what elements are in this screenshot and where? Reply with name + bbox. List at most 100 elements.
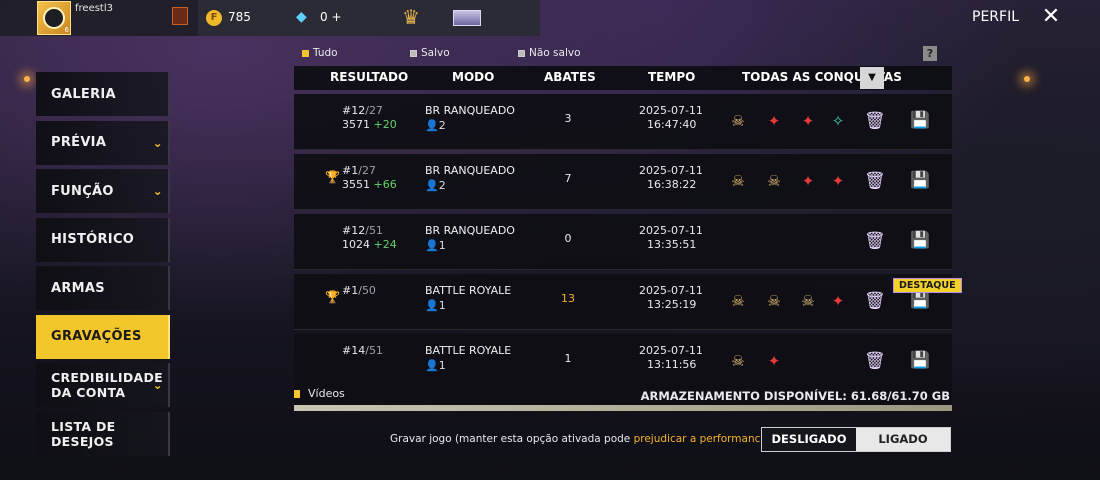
achievement-badge-icon[interactable]: ✦ <box>795 108 821 134</box>
match-date: 2025-07-11 <box>639 344 703 357</box>
rank-total: 51 <box>368 344 383 357</box>
sidebar-item-armas[interactable]: ARMAS <box>36 266 170 310</box>
achievement-badge-icon[interactable]: ☠ <box>725 108 751 134</box>
chevron-down-icon: ⌄ <box>152 378 163 392</box>
achievement-badge-icon[interactable]: ✧ <box>825 108 851 134</box>
person-icon: 👤 <box>425 179 439 192</box>
players-count: 👤1 <box>425 239 446 252</box>
sidebar-item-historico[interactable]: HISTÓRICO <box>36 217 170 262</box>
achievement-badge-icon[interactable]: ✦ <box>761 108 787 134</box>
players-count: 👤2 <box>425 179 446 192</box>
points-value: 1024 <box>342 238 370 251</box>
trophy-icon: 🏆 <box>325 170 340 184</box>
points-gain: +20 <box>373 118 397 131</box>
save-icon[interactable]: 💾 <box>910 291 930 309</box>
achievement-badge-icon[interactable]: ☠ <box>725 168 751 194</box>
save-icon[interactable]: 💾 <box>910 351 930 369</box>
achievement-badge-icon[interactable]: ☠ <box>725 348 751 374</box>
label-line-2: DA CONTA <box>51 385 126 400</box>
rank-value: #12 <box>342 224 366 237</box>
mode-label: BATTLE ROYALE <box>425 284 512 297</box>
avatar[interactable]: 6 <box>37 1 71 35</box>
chevron-down-icon: ⌄ <box>152 184 163 198</box>
sidebar-item-label: GRAVAÇÕES <box>51 329 142 344</box>
sidebar-item-label: FUNÇÃO <box>51 183 114 199</box>
players-count: 👤2 <box>425 119 446 132</box>
sidebar-item-label: PRÉVIA <box>51 135 107 150</box>
perfil-title: PERFIL <box>972 9 1019 25</box>
achievement-badge-icon[interactable]: ✦ <box>795 168 821 194</box>
diamond-count[interactable]: 0 + <box>320 10 342 24</box>
close-button[interactable]: ✕ <box>1038 4 1064 30</box>
achievement-badge-icon[interactable]: ✦ <box>825 168 851 194</box>
filter-nao-salvo[interactable]: Não salvo <box>518 47 581 59</box>
sidebar-item-gravacoes[interactable]: GRAVAÇÕES <box>36 314 170 359</box>
close-icon: ✕ <box>1041 4 1061 29</box>
help-icon[interactable]: ? <box>923 46 937 61</box>
table-row[interactable]: 🏆 #1/27 3551 +66 BR RANQUEADO 👤2 7 2025-07-11 1… <box>294 154 952 210</box>
table-row[interactable]: #14/51 BATTLE ROYALE 👤1 1 2025-07-11 13:11:56… <box>294 334 952 390</box>
achievement-badge-icon[interactable]: ✦ <box>825 288 851 314</box>
table-row[interactable]: #12/27 3571 +20 BR RANQUEADO 👤2 3 2025-07-11 1… <box>294 94 952 150</box>
sidebar-item-credibilidade[interactable]: CREDIBILIDADE DA CONTA ⌄ <box>36 363 170 407</box>
points-gain: +66 <box>373 178 397 191</box>
top-bar: 6 freestl3 F 785 ◆ 0 + ♛ <box>0 0 540 36</box>
result-points: 1024 +24 <box>342 238 397 251</box>
players-count: 👤1 <box>425 359 446 372</box>
filter-salvo[interactable]: Salvo <box>410 47 450 59</box>
sidebar-item-funcao[interactable]: FUNÇÃO ⌄ <box>36 169 170 213</box>
match-date: 2025-07-11 <box>639 284 703 297</box>
table-row[interactable]: 🏆 #1/50 BATTLE ROYALE 👤1 13 2025-07-11 13:25:1… <box>294 274 962 330</box>
achievement-badge-icon[interactable]: ☠ <box>725 288 751 314</box>
players-value: 1 <box>438 299 446 312</box>
elite-pass-card-icon[interactable] <box>453 10 481 26</box>
person-icon: 👤 <box>425 119 439 132</box>
players-value: 1 <box>438 239 446 252</box>
save-icon[interactable]: 💾 <box>910 171 930 189</box>
table-row[interactable]: #12/51 1024 +24 BR RANQUEADO 👤1 0 2025-07-11 1… <box>294 214 952 270</box>
result-rank: #14/51 <box>342 344 383 357</box>
trash-icon[interactable]: 🗑 <box>864 171 886 191</box>
sidebar-item-label: ARMAS <box>51 280 105 296</box>
trophy-icon: 🏆 <box>325 290 340 304</box>
rank-badge-icon[interactable] <box>172 7 188 25</box>
sidebar-item-label: HISTÓRICO <box>51 232 135 247</box>
save-icon[interactable]: 💾 <box>910 111 930 129</box>
filter-tudo[interactable]: Tudo <box>302 47 338 59</box>
result-points: 3551 +66 <box>342 178 397 191</box>
match-time: 16:47:40 <box>647 118 697 131</box>
achievement-badge-icon[interactable]: ✦ <box>761 348 787 374</box>
achievement-badge-icon[interactable]: ☠ <box>795 288 821 314</box>
trash-icon[interactable]: 🗑 <box>864 111 886 131</box>
trash-icon[interactable]: 🗑 <box>864 291 886 311</box>
toggle-off-button[interactable]: DESLIGADO <box>762 428 856 451</box>
sidebar: GALERIA PRÉVIA ⌄ FUNÇÃO ⌄ HISTÓRICO ARMAS … <box>36 72 170 460</box>
match-time: 13:25:19 <box>647 298 697 311</box>
rank-total: 27 <box>361 164 376 177</box>
sidebar-item-label: GALERIA <box>51 86 116 102</box>
trash-icon[interactable]: 🗑 <box>864 351 886 371</box>
achievement-badge-icon[interactable]: ☠ <box>761 288 787 314</box>
result-points: 3571 +20 <box>342 118 397 131</box>
rank-total: 51 <box>368 224 383 237</box>
match-time: 13:35:51 <box>647 238 697 251</box>
points-gain: +24 <box>373 238 397 251</box>
rank-value: #14 <box>342 344 366 357</box>
sidebar-item-previa[interactable]: PRÉVIA ⌄ <box>36 120 170 165</box>
match-date: 2025-07-11 <box>639 104 703 117</box>
label-line-1: LISTA DE <box>51 418 116 434</box>
achievements-dropdown[interactable]: ▼ <box>860 67 884 89</box>
achievement-badge-icon[interactable]: ☠ <box>761 168 787 194</box>
points-value: 3551 <box>342 178 370 191</box>
triangle-down-icon: ▼ <box>868 72 876 83</box>
mode-label: BR RANQUEADO <box>425 164 515 177</box>
sidebar-item-lista-desejos[interactable]: LISTA DE DESEJOS <box>36 411 170 456</box>
kills-count: 1 <box>564 352 572 365</box>
trash-icon[interactable]: 🗑 <box>864 231 886 251</box>
rank-crown-icon[interactable]: ♛ <box>402 5 420 29</box>
save-icon[interactable]: 💾 <box>910 231 930 249</box>
sidebar-item-galeria[interactable]: GALERIA <box>36 72 170 116</box>
toggle-on-button[interactable]: LIGADO <box>856 428 950 451</box>
header-modo: MODO <box>452 70 495 84</box>
storage-bar <box>294 405 952 411</box>
